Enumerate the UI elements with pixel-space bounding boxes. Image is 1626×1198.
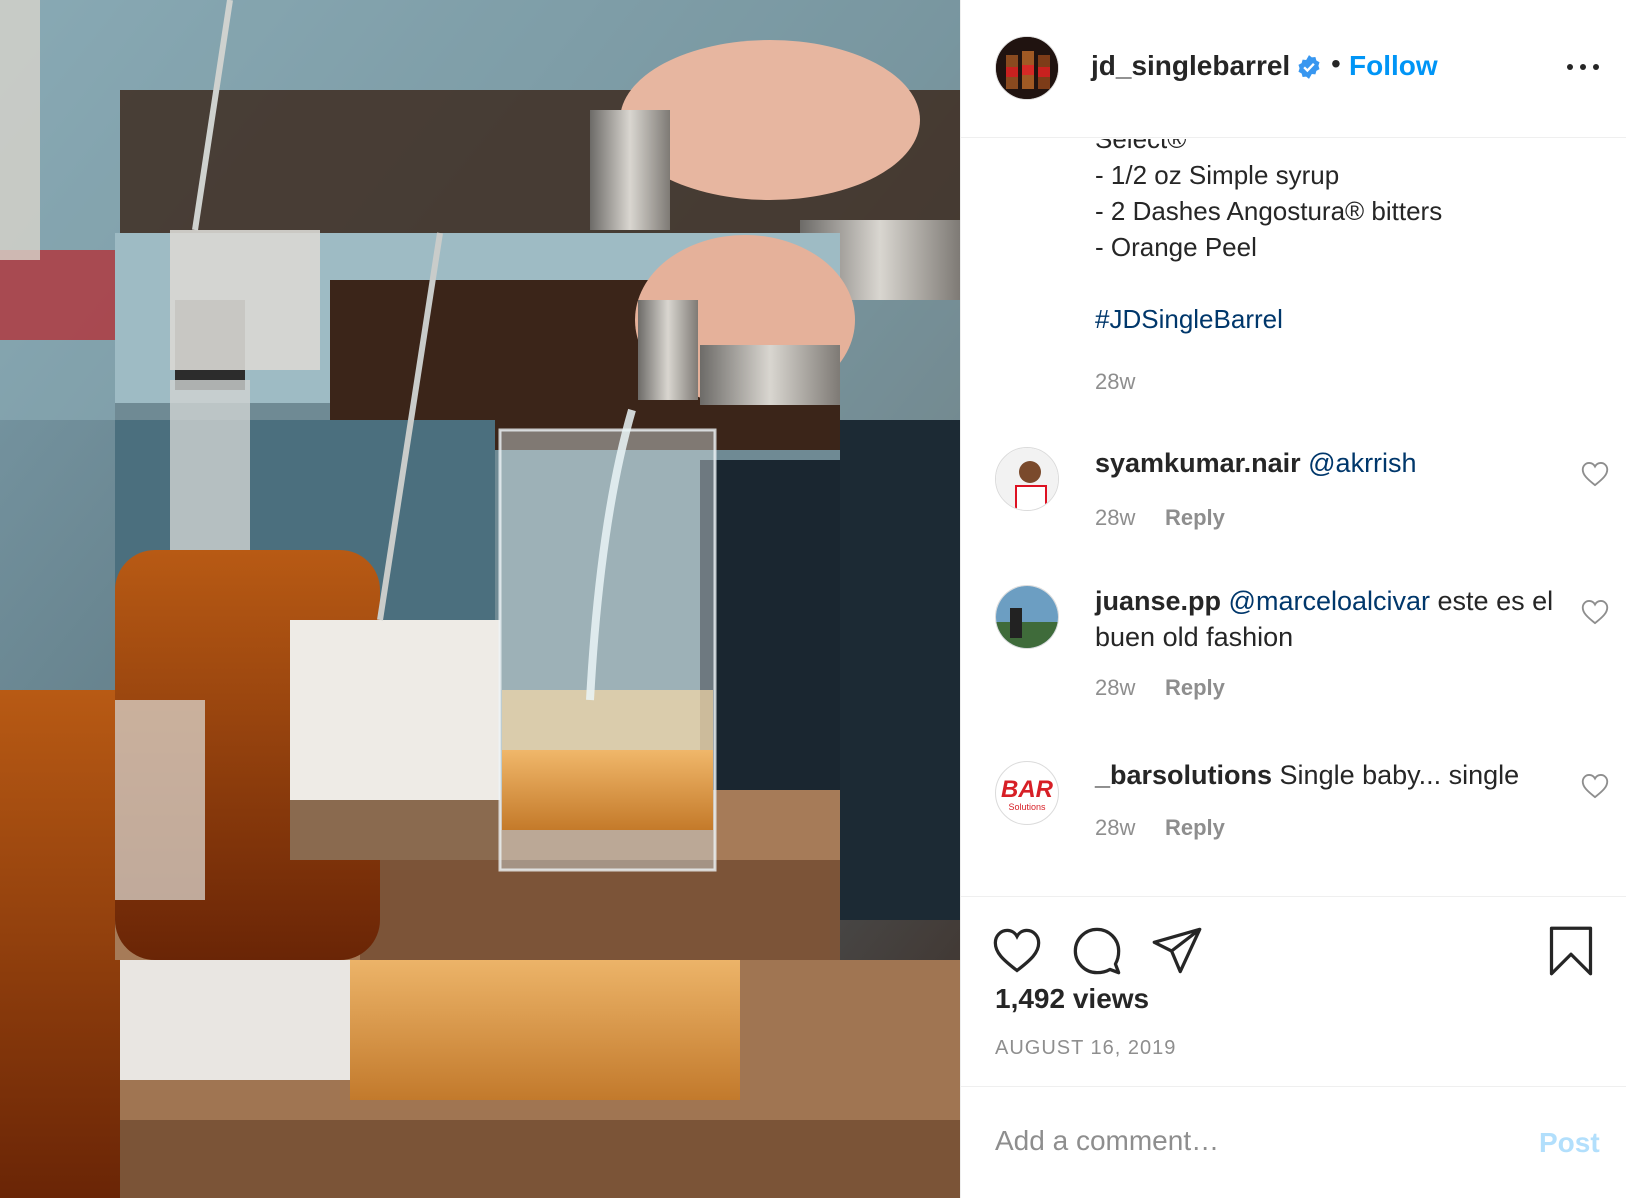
post-date[interactable]: AUGUST 16, 2019	[995, 1037, 1176, 1060]
comment-avatar[interactable]: BAR Solutions	[995, 761, 1059, 825]
comment-timestamp[interactable]: 28w	[1095, 675, 1135, 701]
comment-username[interactable]: syamkumar.nair	[1095, 448, 1301, 478]
bookmark-icon[interactable]	[1545, 925, 1597, 977]
comment-mention[interactable]: @akrrish	[1308, 448, 1416, 478]
reply-button[interactable]: Reply	[1165, 815, 1225, 841]
add-comment-input[interactable]	[995, 1117, 1495, 1165]
avatar-logo-subtext: Solutions	[1008, 802, 1046, 812]
video-frame	[0, 0, 960, 1198]
comment-text: syamkumar.nair @akrrish	[1095, 445, 1555, 481]
comment-avatar[interactable]	[995, 585, 1059, 649]
author-avatar[interactable]	[995, 36, 1059, 100]
more-options-icon[interactable]	[1565, 52, 1601, 82]
caption-timestamp[interactable]: 28w	[1095, 369, 1135, 395]
comment-like-heart-icon[interactable]	[1581, 773, 1609, 799]
reply-button[interactable]: Reply	[1165, 675, 1225, 701]
avatar-logo-text: BAR	[1001, 776, 1053, 803]
caption-line: - 2 Dashes Angostura® bitters	[1095, 196, 1443, 226]
header-separator: •	[1331, 48, 1341, 79]
caption-line: - Orange Peel	[1095, 232, 1257, 262]
comment-text: juanse.pp @marceloalcivar este es el bue…	[1095, 583, 1555, 655]
comment-timestamp[interactable]: 28w	[1095, 815, 1135, 841]
post-actions: 1,492 views AUGUST 16, 2019	[961, 896, 1626, 1086]
comment-body: Single baby... single	[1279, 760, 1520, 790]
post-comment-button[interactable]: Post	[1539, 1127, 1600, 1159]
post-details-panel: jd_singlebarrel • Follow Select® - 1/2 o…	[960, 0, 1626, 1198]
comment-timestamp[interactable]: 28w	[1095, 505, 1135, 531]
comment-like-heart-icon[interactable]	[1581, 461, 1609, 487]
caption-line: Select®	[1095, 139, 1187, 154]
comment-text: _barsolutions Single baby... single	[1095, 757, 1555, 793]
comment-mention[interactable]: @marceloalcivar	[1229, 586, 1430, 616]
heart-icon[interactable]	[991, 925, 1043, 977]
paper-plane-icon[interactable]	[1151, 925, 1203, 977]
comment-avatar[interactable]	[995, 447, 1059, 511]
comment-username[interactable]: juanse.pp	[1095, 586, 1221, 616]
follow-button[interactable]: Follow	[1349, 50, 1438, 82]
comment-bubble-icon[interactable]	[1071, 925, 1123, 977]
comment-composer: Post	[961, 1086, 1626, 1198]
comments-list[interactable]: Select® - 1/2 oz Simple syrup - 2 Dashes…	[961, 139, 1626, 896]
author-username[interactable]: jd_singlebarrel	[1091, 50, 1290, 82]
comment-like-heart-icon[interactable]	[1581, 599, 1609, 625]
post-header: jd_singlebarrel • Follow	[961, 0, 1626, 138]
verified-badge-icon	[1298, 55, 1320, 79]
reply-button[interactable]: Reply	[1165, 505, 1225, 531]
caption-line: - 1/2 oz Simple syrup	[1095, 160, 1340, 190]
post-media[interactable]	[0, 0, 960, 1198]
view-count[interactable]: 1,492 views	[995, 983, 1149, 1015]
caption-hashtag[interactable]: #JDSingleBarrel	[1095, 301, 1283, 337]
comment-username[interactable]: _barsolutions	[1095, 760, 1272, 790]
